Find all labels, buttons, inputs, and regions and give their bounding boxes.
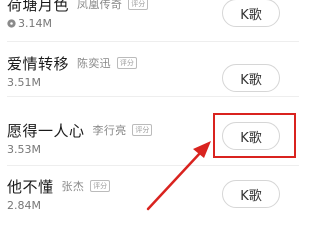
k-song-button[interactable]: K歌: [222, 0, 280, 27]
song-file-size: 3.14M: [18, 16, 52, 30]
song-row[interactable]: 愿得一人心 李行亮 评分 3.53M K歌: [0, 97, 299, 156]
song-artist: 凤凰传奇: [77, 0, 123, 11]
song-row[interactable]: 爱情转移 陈奕迅 评分 3.51M K歌: [0, 42, 299, 97]
disc-icon: [7, 18, 16, 28]
song-row[interactable]: 荷塘月色 凤凰传奇 评分 3.14M K歌: [0, 0, 299, 42]
song-title-line: 荷塘月色 凤凰传奇 评分: [7, 0, 149, 15]
song-size-line: 3.51M: [7, 75, 41, 89]
rating-tag: 评分: [128, 0, 149, 10]
song-file-size: 3.53M: [7, 142, 41, 156]
song-title-line: 他不懂 张杰 评分: [7, 175, 111, 197]
song-title-line: 愿得一人心 李行亮 评分: [7, 119, 153, 141]
song-artist: 陈奕迅: [77, 57, 111, 70]
song-artist: 张杰: [61, 180, 85, 193]
k-song-button[interactable]: K歌: [222, 64, 280, 92]
song-title: 爱情转移: [7, 54, 70, 73]
rating-tag: 评分: [90, 180, 111, 192]
song-size-line: 3.53M: [7, 142, 41, 156]
k-song-button[interactable]: K歌: [222, 122, 280, 150]
song-list-page: 荷塘月色 凤凰传奇 评分 3.14M K歌 爱情转移 陈奕迅 评分 3.51M …: [0, 0, 299, 219]
song-file-size: 2.84M: [7, 198, 41, 212]
song-row[interactable]: 他不懂 张杰 评分 2.84M K歌: [0, 166, 299, 219]
song-title: 愿得一人心: [7, 121, 85, 140]
song-size-line: 3.14M: [7, 16, 52, 30]
song-title-line: 爱情转移 陈奕迅 评分: [7, 52, 137, 74]
song-file-size: 3.51M: [7, 75, 41, 89]
rating-tag: 评分: [116, 57, 137, 69]
song-title: 他不懂: [7, 177, 54, 196]
rating-tag: 评分: [132, 124, 153, 136]
song-artist: 李行亮: [92, 124, 127, 137]
song-size-line: 2.84M: [7, 198, 41, 212]
k-song-button[interactable]: K歌: [222, 180, 280, 208]
song-title: 荷塘月色: [7, 0, 70, 14]
